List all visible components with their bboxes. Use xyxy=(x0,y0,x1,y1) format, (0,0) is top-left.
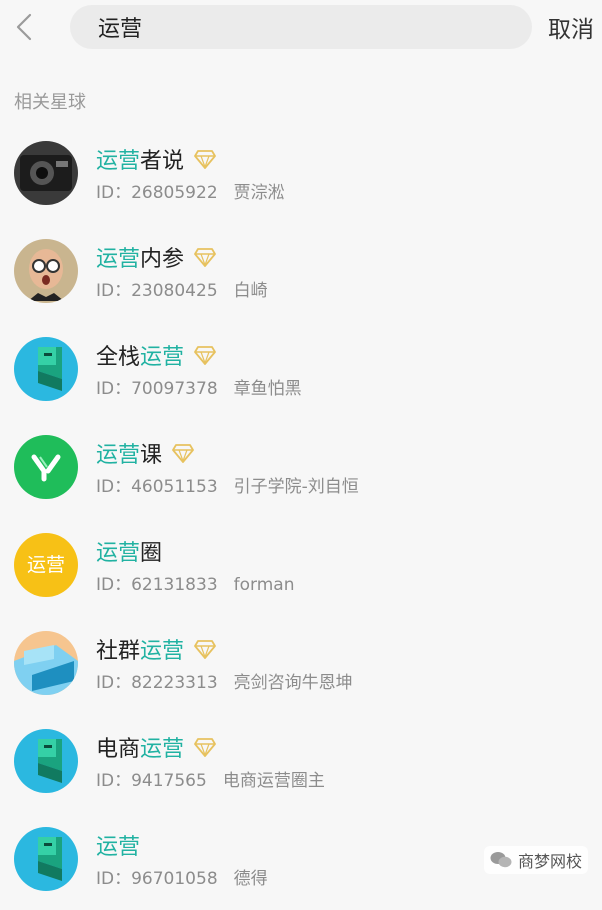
avatar xyxy=(14,435,78,499)
avatar: 运营 xyxy=(14,533,78,597)
avatar xyxy=(14,239,78,303)
title-keyword-highlight: 运营 xyxy=(96,247,141,272)
avatar xyxy=(14,827,78,891)
planet-id: ID：82223313 xyxy=(96,673,218,693)
avatar xyxy=(14,141,78,205)
diamond-icon xyxy=(194,346,216,365)
list-item[interactable]: 社群 运营 ID：82223313 亮剑咨询牛恩坤 xyxy=(0,616,602,714)
result-list: 运营 者说 ID：26805922 贾淙淞 运营 内参 ID：23080425 白崎 全栈 运营 I… xyxy=(0,126,602,910)
owner-name: 电商运营圈主 xyxy=(222,771,325,791)
result-title: 运营圈 xyxy=(96,536,162,566)
owner-name: 亮剑咨询牛恩坤 xyxy=(233,673,353,693)
result-meta: ID：96701058 德得 xyxy=(96,864,268,889)
planet-id: ID：70097378 xyxy=(96,379,218,399)
avatar-image xyxy=(14,239,78,303)
avatar-image xyxy=(14,631,78,695)
avatar xyxy=(14,337,78,401)
title-keyword-highlight: 运营 xyxy=(96,149,141,174)
result-title: 运营课 xyxy=(96,438,194,468)
list-item[interactable]: 电商 运营 ID：9417565 电商运营圈主 xyxy=(0,714,602,812)
title-keyword-highlight: 运营 xyxy=(96,541,141,566)
title-keyword-highlight: 运营 xyxy=(140,639,185,664)
list-item[interactable]: 运营 者说 ID：26805922 贾淙淞 xyxy=(0,126,602,224)
search-input[interactable] xyxy=(98,11,518,43)
result-meta: ID：70097378 章鱼怕黑 xyxy=(96,374,302,399)
title-text: 者说 xyxy=(140,149,185,174)
search-box[interactable] xyxy=(70,5,532,49)
title-keyword-highlight: 运营 xyxy=(140,345,185,370)
result-meta: ID：26805922 贾淙淞 xyxy=(96,178,285,203)
cancel-button[interactable]: 取消 xyxy=(548,10,594,44)
avatar-image xyxy=(14,141,78,205)
result-meta: ID：62131833 forman xyxy=(96,570,294,595)
avatar xyxy=(14,729,78,793)
avatar-text: 运营 xyxy=(26,554,65,576)
watermark: 商梦网校 xyxy=(483,846,588,874)
diamond-icon xyxy=(194,150,216,169)
top-bar: 取消 xyxy=(0,0,602,58)
title-text: 电商 xyxy=(96,737,141,762)
planet-id: ID：96701058 xyxy=(96,869,218,889)
chevron-left-icon xyxy=(16,13,32,41)
avatar-image xyxy=(14,729,78,793)
owner-name: 德得 xyxy=(233,869,268,889)
result-title: 运营 xyxy=(96,830,140,860)
section-title: 相关星球 xyxy=(14,92,86,113)
diamond-icon xyxy=(194,248,216,267)
owner-name: 引子学院-刘自恒 xyxy=(233,477,359,497)
title-text: 全栈 xyxy=(96,345,141,370)
result-title: 社群 运营 xyxy=(96,634,216,664)
back-button[interactable] xyxy=(2,2,46,52)
list-item[interactable]: 运营 内参 ID：23080425 白崎 xyxy=(0,224,602,322)
result-meta: ID：46051153 引子学院-刘自恒 xyxy=(96,472,359,497)
result-meta: ID：23080425 白崎 xyxy=(96,276,268,301)
diamond-icon xyxy=(194,640,216,659)
list-item[interactable]: 运营课 ID：46051153 引子学院-刘自恒 xyxy=(0,420,602,518)
avatar-image xyxy=(14,435,78,499)
title-keyword-highlight: 运营 xyxy=(140,737,185,762)
title-keyword-highlight: 运营 xyxy=(96,443,141,468)
owner-name: 贾淙淞 xyxy=(233,183,285,203)
planet-id: ID：62131833 xyxy=(96,575,218,595)
wechat-icon xyxy=(490,852,512,868)
result-title: 运营 内参 xyxy=(96,242,216,272)
owner-name: 白崎 xyxy=(233,281,268,301)
result-title: 运营 者说 xyxy=(96,144,216,174)
diamond-icon xyxy=(194,738,216,757)
list-item[interactable]: 全栈 运营 ID：70097378 章鱼怕黑 xyxy=(0,322,602,420)
owner-name: 章鱼怕黑 xyxy=(233,379,302,399)
result-title: 电商 运营 xyxy=(96,732,216,762)
planet-id: ID：46051153 xyxy=(96,477,218,497)
list-item[interactable]: 运营 运营圈 ID：62131833 forman xyxy=(0,518,602,616)
title-text: 课 xyxy=(140,443,163,468)
title-text: 圈 xyxy=(140,541,163,566)
result-meta: ID：9417565 电商运营圈主 xyxy=(96,766,325,791)
watermark-text: 商梦网校 xyxy=(517,852,582,871)
planet-id: ID：23080425 xyxy=(96,281,218,301)
planet-id: ID：9417565 xyxy=(96,771,207,791)
diamond-icon xyxy=(172,444,194,463)
result-title: 全栈 运营 xyxy=(96,340,216,370)
planet-id: ID：26805922 xyxy=(96,183,218,203)
owner-name: forman xyxy=(233,575,295,595)
title-text: 内参 xyxy=(140,247,185,272)
avatar xyxy=(14,631,78,695)
title-text: 社群 xyxy=(96,639,141,664)
avatar-image xyxy=(14,337,78,401)
title-keyword-highlight: 运营 xyxy=(96,835,141,860)
result-meta: ID：82223313 亮剑咨询牛恩坤 xyxy=(96,668,353,693)
avatar-image xyxy=(14,827,78,891)
